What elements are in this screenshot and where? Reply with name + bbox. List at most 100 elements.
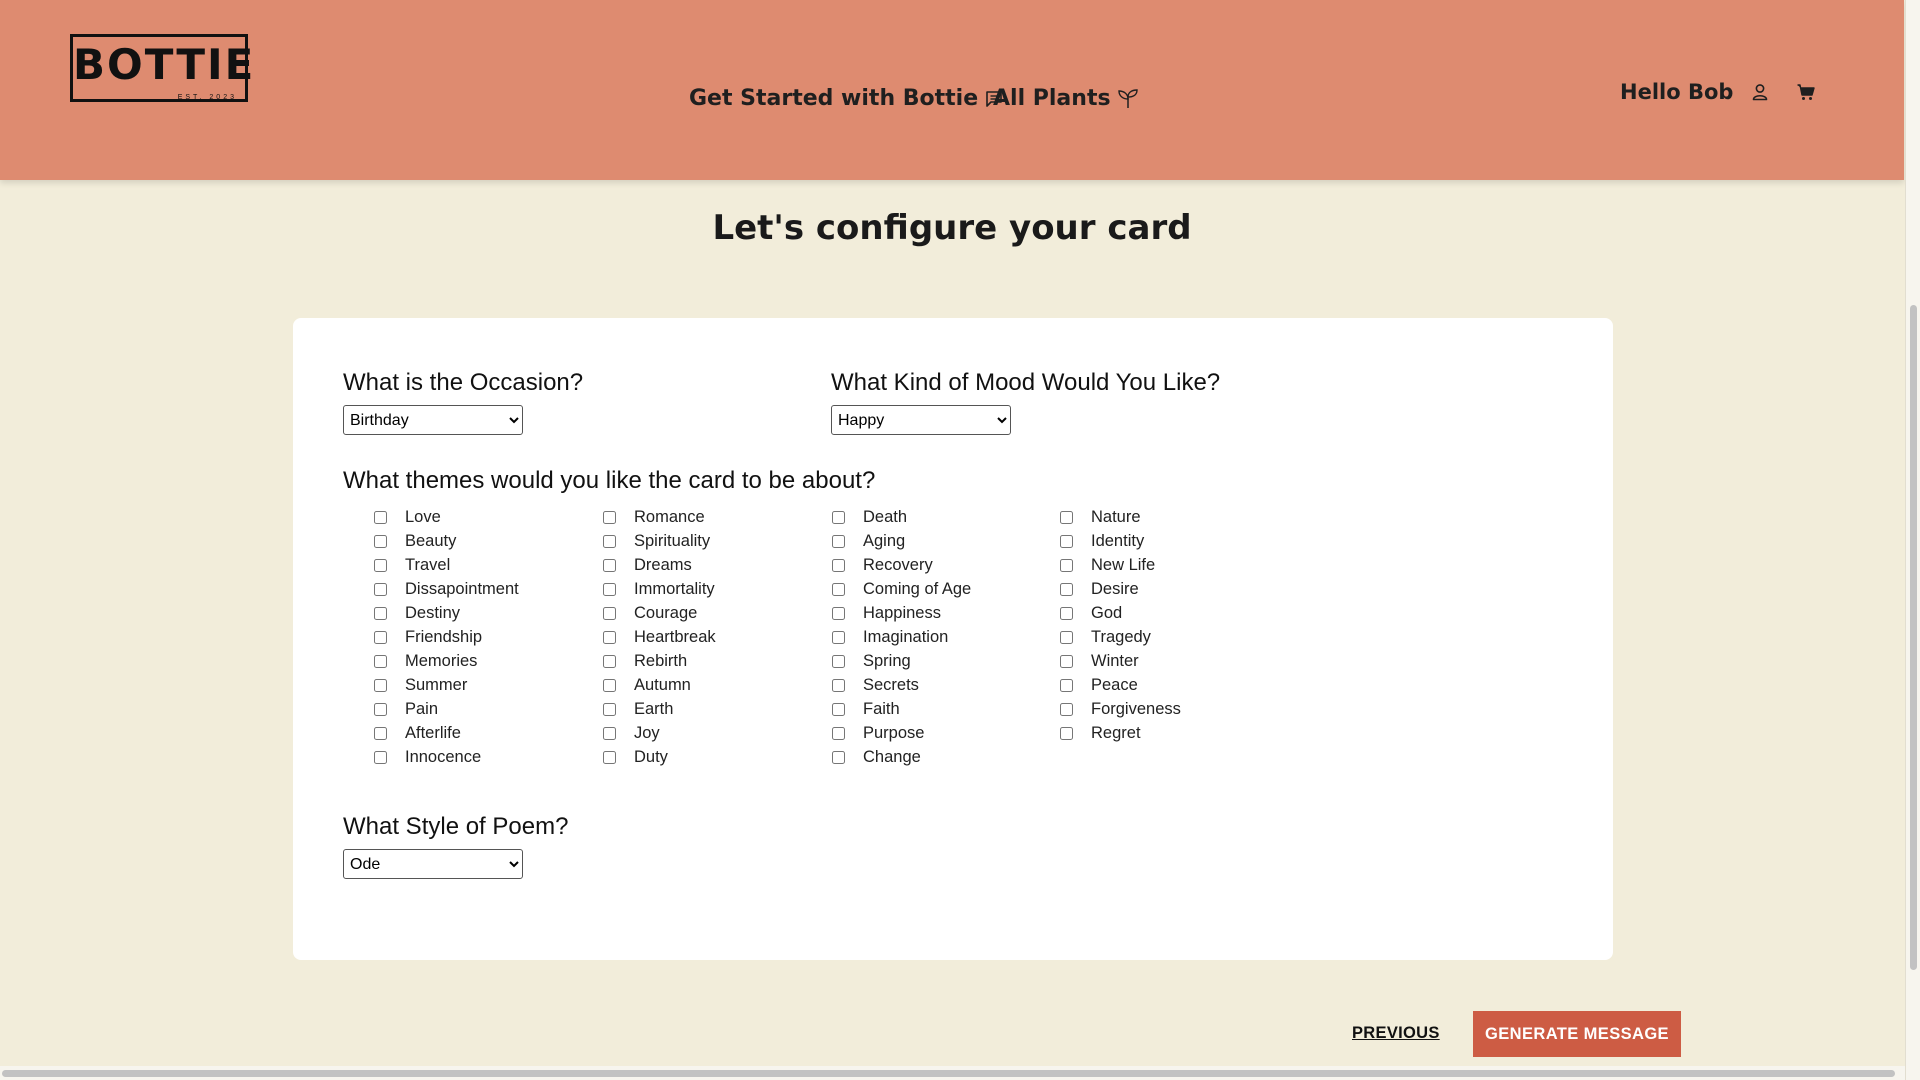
theme-identity[interactable]: Identity — [1060, 529, 1181, 553]
theme-imagination[interactable]: Imagination — [832, 625, 971, 649]
theme-recovery[interactable]: Recovery — [832, 553, 971, 577]
horizontal-scrollbar[interactable] — [0, 1066, 1905, 1080]
horizontal-scroll-thumb[interactable] — [2, 1070, 1895, 1077]
theme-checkbox[interactable] — [1060, 606, 1073, 620]
theme-checkbox[interactable] — [1060, 534, 1073, 548]
theme-desire[interactable]: Desire — [1060, 577, 1181, 601]
theme-checkbox[interactable] — [603, 678, 616, 692]
theme-dreams[interactable]: Dreams — [603, 553, 716, 577]
theme-peace[interactable]: Peace — [1060, 673, 1181, 697]
occasion-select[interactable]: Birthday — [343, 405, 523, 435]
theme-checkbox[interactable] — [1060, 726, 1073, 740]
theme-heartbreak[interactable]: Heartbreak — [603, 625, 716, 649]
mood-select[interactable]: Happy — [831, 405, 1011, 435]
theme-checkbox[interactable] — [374, 678, 387, 692]
theme-checkbox[interactable] — [832, 534, 845, 548]
theme-checkbox[interactable] — [832, 726, 845, 740]
theme-courage[interactable]: Courage — [603, 601, 716, 625]
theme-checkbox[interactable] — [603, 750, 616, 764]
nav-get-started[interactable]: Get Started with Bottie — [689, 86, 1004, 111]
theme-pain[interactable]: Pain — [374, 697, 519, 721]
style-select[interactable]: Ode — [343, 849, 523, 879]
theme-checkbox[interactable] — [603, 654, 616, 668]
vertical-scroll-thumb[interactable] — [1910, 305, 1917, 970]
theme-love[interactable]: Love — [374, 505, 519, 529]
theme-checkbox[interactable] — [1060, 558, 1073, 572]
theme-checkbox[interactable] — [374, 606, 387, 620]
theme-travel[interactable]: Travel — [374, 553, 519, 577]
theme-checkbox[interactable] — [603, 606, 616, 620]
theme-purpose[interactable]: Purpose — [832, 721, 971, 745]
previous-button[interactable]: PREVIOUS — [1352, 1024, 1440, 1043]
theme-checkbox[interactable] — [1060, 678, 1073, 692]
theme-checkbox[interactable] — [374, 534, 387, 548]
theme-forgiveness[interactable]: Forgiveness — [1060, 697, 1181, 721]
nav-all-plants[interactable]: All Plants — [993, 86, 1139, 111]
theme-winter[interactable]: Winter — [1060, 649, 1181, 673]
theme-checkbox[interactable] — [832, 606, 845, 620]
theme-happiness[interactable]: Happiness — [832, 601, 971, 625]
theme-checkbox[interactable] — [374, 750, 387, 764]
theme-duty[interactable]: Duty — [603, 745, 716, 769]
theme-friendship[interactable]: Friendship — [374, 625, 519, 649]
theme-checkbox[interactable] — [832, 750, 845, 764]
theme-checkbox[interactable] — [374, 630, 387, 644]
theme-checkbox[interactable] — [1060, 630, 1073, 644]
theme-dissapointment[interactable]: Dissapointment — [374, 577, 519, 601]
theme-summer[interactable]: Summer — [374, 673, 519, 697]
user-icon[interactable] — [1750, 82, 1770, 102]
theme-coming-of-age[interactable]: Coming of Age — [832, 577, 971, 601]
theme-checkbox[interactable] — [832, 558, 845, 572]
theme-regret[interactable]: Regret — [1060, 721, 1181, 745]
theme-nature[interactable]: Nature — [1060, 505, 1181, 529]
theme-tragedy[interactable]: Tragedy — [1060, 625, 1181, 649]
theme-innocence[interactable]: Innocence — [374, 745, 519, 769]
theme-checkbox[interactable] — [374, 558, 387, 572]
theme-checkbox[interactable] — [603, 510, 616, 524]
theme-immortality[interactable]: Immortality — [603, 577, 716, 601]
theme-spring[interactable]: Spring — [832, 649, 971, 673]
theme-joy[interactable]: Joy — [603, 721, 716, 745]
theme-checkbox[interactable] — [603, 630, 616, 644]
theme-death[interactable]: Death — [832, 505, 971, 529]
theme-rebirth[interactable]: Rebirth — [603, 649, 716, 673]
generate-message-button[interactable]: GENERATE MESSAGE — [1473, 1011, 1681, 1057]
theme-checkbox[interactable] — [374, 702, 387, 716]
theme-memories[interactable]: Memories — [374, 649, 519, 673]
theme-romance[interactable]: Romance — [603, 505, 716, 529]
theme-checkbox[interactable] — [1060, 510, 1073, 524]
theme-beauty[interactable]: Beauty — [374, 529, 519, 553]
theme-checkbox[interactable] — [832, 630, 845, 644]
theme-spirituality[interactable]: Spirituality — [603, 529, 716, 553]
theme-checkbox[interactable] — [374, 654, 387, 668]
theme-checkbox[interactable] — [603, 702, 616, 716]
theme-new-life[interactable]: New Life — [1060, 553, 1181, 577]
theme-autumn[interactable]: Autumn — [603, 673, 716, 697]
theme-secrets[interactable]: Secrets — [832, 673, 971, 697]
theme-checkbox[interactable] — [1060, 654, 1073, 668]
theme-checkbox[interactable] — [832, 582, 845, 596]
theme-checkbox[interactable] — [1060, 582, 1073, 596]
theme-checkbox[interactable] — [832, 678, 845, 692]
theme-checkbox[interactable] — [832, 702, 845, 716]
theme-checkbox[interactable] — [603, 558, 616, 572]
theme-change[interactable]: Change — [832, 745, 971, 769]
theme-earth[interactable]: Earth — [603, 697, 716, 721]
theme-checkbox[interactable] — [832, 654, 845, 668]
theme-checkbox[interactable] — [832, 510, 845, 524]
theme-checkbox[interactable] — [374, 726, 387, 740]
theme-god[interactable]: God — [1060, 601, 1181, 625]
theme-checkbox[interactable] — [603, 726, 616, 740]
vertical-scrollbar[interactable] — [1905, 0, 1920, 1080]
theme-faith[interactable]: Faith — [832, 697, 971, 721]
bottie-logo[interactable]: BOTTIE EST. 2023 — [70, 34, 253, 102]
theme-aging[interactable]: Aging — [832, 529, 971, 553]
theme-checkbox[interactable] — [374, 510, 387, 524]
theme-checkbox[interactable] — [1060, 702, 1073, 716]
cart-icon[interactable] — [1796, 82, 1816, 102]
theme-checkbox[interactable] — [603, 582, 616, 596]
theme-checkbox[interactable] — [603, 534, 616, 548]
theme-destiny[interactable]: Destiny — [374, 601, 519, 625]
theme-checkbox[interactable] — [374, 582, 387, 596]
theme-afterlife[interactable]: Afterlife — [374, 721, 519, 745]
